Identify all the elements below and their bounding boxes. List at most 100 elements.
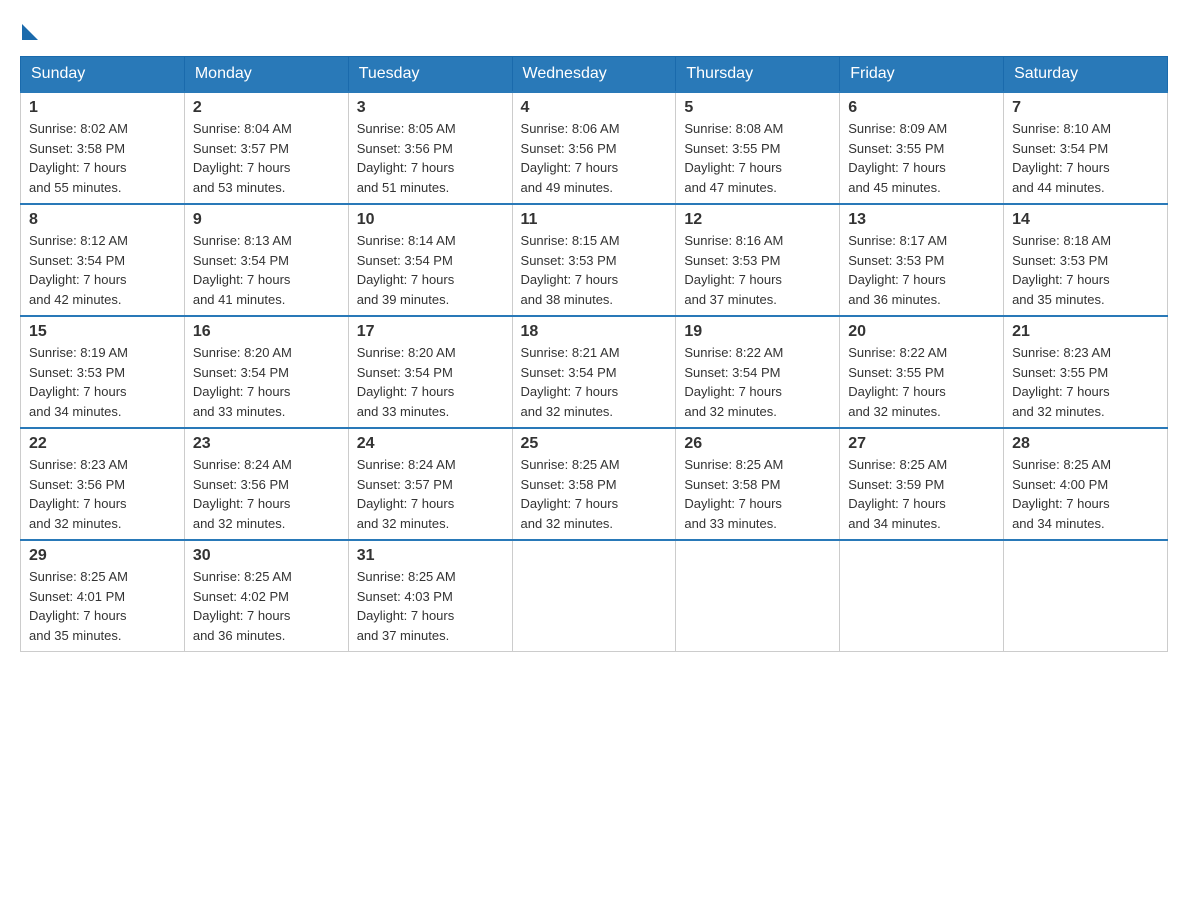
calendar-cell: 18 Sunrise: 8:21 AMSunset: 3:54 PMDaylig…: [512, 316, 676, 428]
calendar-cell: 26 Sunrise: 8:25 AMSunset: 3:58 PMDaylig…: [676, 428, 840, 540]
day-number: 13: [848, 211, 995, 229]
day-info: Sunrise: 8:06 AMSunset: 3:56 PMDaylight:…: [521, 121, 620, 195]
day-number: 22: [29, 435, 176, 453]
calendar-cell: 13 Sunrise: 8:17 AMSunset: 3:53 PMDaylig…: [840, 204, 1004, 316]
day-number: 1: [29, 99, 176, 117]
day-number: 9: [193, 211, 340, 229]
header-row: SundayMondayTuesdayWednesdayThursdayFrid…: [21, 57, 1168, 93]
day-info: Sunrise: 8:21 AMSunset: 3:54 PMDaylight:…: [521, 345, 620, 419]
day-info: Sunrise: 8:10 AMSunset: 3:54 PMDaylight:…: [1012, 121, 1111, 195]
weekday-header: Wednesday: [512, 57, 676, 93]
day-info: Sunrise: 8:02 AMSunset: 3:58 PMDaylight:…: [29, 121, 128, 195]
calendar-cell: 20 Sunrise: 8:22 AMSunset: 3:55 PMDaylig…: [840, 316, 1004, 428]
day-number: 15: [29, 323, 176, 341]
calendar-cell: 6 Sunrise: 8:09 AMSunset: 3:55 PMDayligh…: [840, 92, 1004, 204]
calendar-cell: 25 Sunrise: 8:25 AMSunset: 3:58 PMDaylig…: [512, 428, 676, 540]
day-number: 3: [357, 99, 504, 117]
day-info: Sunrise: 8:09 AMSunset: 3:55 PMDaylight:…: [848, 121, 947, 195]
calendar-cell: 15 Sunrise: 8:19 AMSunset: 3:53 PMDaylig…: [21, 316, 185, 428]
day-info: Sunrise: 8:25 AMSunset: 3:58 PMDaylight:…: [521, 457, 620, 531]
calendar-cell: 14 Sunrise: 8:18 AMSunset: 3:53 PMDaylig…: [1004, 204, 1168, 316]
day-number: 18: [521, 323, 668, 341]
day-number: 21: [1012, 323, 1159, 341]
day-info: Sunrise: 8:08 AMSunset: 3:55 PMDaylight:…: [684, 121, 783, 195]
weekday-header: Thursday: [676, 57, 840, 93]
day-number: 24: [357, 435, 504, 453]
calendar-cell: 2 Sunrise: 8:04 AMSunset: 3:57 PMDayligh…: [184, 92, 348, 204]
day-number: 4: [521, 99, 668, 117]
day-number: 25: [521, 435, 668, 453]
calendar-cell: 27 Sunrise: 8:25 AMSunset: 3:59 PMDaylig…: [840, 428, 1004, 540]
calendar-cell: 21 Sunrise: 8:23 AMSunset: 3:55 PMDaylig…: [1004, 316, 1168, 428]
calendar-table: SundayMondayTuesdayWednesdayThursdayFrid…: [20, 56, 1168, 652]
calendar-cell: 8 Sunrise: 8:12 AMSunset: 3:54 PMDayligh…: [21, 204, 185, 316]
calendar-cell: [840, 540, 1004, 652]
calendar-cell: 17 Sunrise: 8:20 AMSunset: 3:54 PMDaylig…: [348, 316, 512, 428]
day-info: Sunrise: 8:25 AMSunset: 3:58 PMDaylight:…: [684, 457, 783, 531]
calendar-cell: 31 Sunrise: 8:25 AMSunset: 4:03 PMDaylig…: [348, 540, 512, 652]
calendar-cell: 4 Sunrise: 8:06 AMSunset: 3:56 PMDayligh…: [512, 92, 676, 204]
day-info: Sunrise: 8:25 AMSunset: 4:01 PMDaylight:…: [29, 569, 128, 643]
day-number: 29: [29, 547, 176, 565]
day-info: Sunrise: 8:16 AMSunset: 3:53 PMDaylight:…: [684, 233, 783, 307]
calendar-week-row: 22 Sunrise: 8:23 AMSunset: 3:56 PMDaylig…: [21, 428, 1168, 540]
calendar-week-row: 15 Sunrise: 8:19 AMSunset: 3:53 PMDaylig…: [21, 316, 1168, 428]
calendar-cell: [1004, 540, 1168, 652]
calendar-cell: 10 Sunrise: 8:14 AMSunset: 3:54 PMDaylig…: [348, 204, 512, 316]
day-number: 6: [848, 99, 995, 117]
day-number: 14: [1012, 211, 1159, 229]
weekday-header: Tuesday: [348, 57, 512, 93]
day-info: Sunrise: 8:24 AMSunset: 3:56 PMDaylight:…: [193, 457, 292, 531]
calendar-cell: 9 Sunrise: 8:13 AMSunset: 3:54 PMDayligh…: [184, 204, 348, 316]
weekday-header: Monday: [184, 57, 348, 93]
logo-arrow-icon: [22, 24, 38, 40]
calendar-cell: 1 Sunrise: 8:02 AMSunset: 3:58 PMDayligh…: [21, 92, 185, 204]
calendar-cell: 24 Sunrise: 8:24 AMSunset: 3:57 PMDaylig…: [348, 428, 512, 540]
day-info: Sunrise: 8:25 AMSunset: 3:59 PMDaylight:…: [848, 457, 947, 531]
day-info: Sunrise: 8:25 AMSunset: 4:00 PMDaylight:…: [1012, 457, 1111, 531]
day-number: 26: [684, 435, 831, 453]
calendar-cell: 29 Sunrise: 8:25 AMSunset: 4:01 PMDaylig…: [21, 540, 185, 652]
logo: [20, 20, 38, 40]
day-number: 7: [1012, 99, 1159, 117]
calendar-cell: 7 Sunrise: 8:10 AMSunset: 3:54 PMDayligh…: [1004, 92, 1168, 204]
day-number: 5: [684, 99, 831, 117]
day-info: Sunrise: 8:22 AMSunset: 3:54 PMDaylight:…: [684, 345, 783, 419]
calendar-cell: 3 Sunrise: 8:05 AMSunset: 3:56 PMDayligh…: [348, 92, 512, 204]
day-info: Sunrise: 8:18 AMSunset: 3:53 PMDaylight:…: [1012, 233, 1111, 307]
calendar-week-row: 8 Sunrise: 8:12 AMSunset: 3:54 PMDayligh…: [21, 204, 1168, 316]
day-info: Sunrise: 8:12 AMSunset: 3:54 PMDaylight:…: [29, 233, 128, 307]
day-info: Sunrise: 8:17 AMSunset: 3:53 PMDaylight:…: [848, 233, 947, 307]
day-info: Sunrise: 8:15 AMSunset: 3:53 PMDaylight:…: [521, 233, 620, 307]
day-number: 17: [357, 323, 504, 341]
weekday-header: Friday: [840, 57, 1004, 93]
day-info: Sunrise: 8:25 AMSunset: 4:03 PMDaylight:…: [357, 569, 456, 643]
day-number: 20: [848, 323, 995, 341]
day-number: 2: [193, 99, 340, 117]
day-info: Sunrise: 8:22 AMSunset: 3:55 PMDaylight:…: [848, 345, 947, 419]
day-number: 8: [29, 211, 176, 229]
day-info: Sunrise: 8:13 AMSunset: 3:54 PMDaylight:…: [193, 233, 292, 307]
calendar-cell: 30 Sunrise: 8:25 AMSunset: 4:02 PMDaylig…: [184, 540, 348, 652]
day-number: 16: [193, 323, 340, 341]
day-number: 23: [193, 435, 340, 453]
day-number: 30: [193, 547, 340, 565]
weekday-header: Sunday: [21, 57, 185, 93]
day-number: 28: [1012, 435, 1159, 453]
day-number: 12: [684, 211, 831, 229]
day-number: 10: [357, 211, 504, 229]
calendar-cell: 23 Sunrise: 8:24 AMSunset: 3:56 PMDaylig…: [184, 428, 348, 540]
day-info: Sunrise: 8:05 AMSunset: 3:56 PMDaylight:…: [357, 121, 456, 195]
day-info: Sunrise: 8:20 AMSunset: 3:54 PMDaylight:…: [357, 345, 456, 419]
calendar-cell: 22 Sunrise: 8:23 AMSunset: 3:56 PMDaylig…: [21, 428, 185, 540]
logo-text: [20, 20, 38, 40]
calendar-cell: [676, 540, 840, 652]
day-number: 11: [521, 211, 668, 229]
day-info: Sunrise: 8:23 AMSunset: 3:55 PMDaylight:…: [1012, 345, 1111, 419]
calendar-cell: 5 Sunrise: 8:08 AMSunset: 3:55 PMDayligh…: [676, 92, 840, 204]
day-info: Sunrise: 8:19 AMSunset: 3:53 PMDaylight:…: [29, 345, 128, 419]
weekday-header: Saturday: [1004, 57, 1168, 93]
day-info: Sunrise: 8:24 AMSunset: 3:57 PMDaylight:…: [357, 457, 456, 531]
calendar-cell: [512, 540, 676, 652]
calendar-week-row: 1 Sunrise: 8:02 AMSunset: 3:58 PMDayligh…: [21, 92, 1168, 204]
